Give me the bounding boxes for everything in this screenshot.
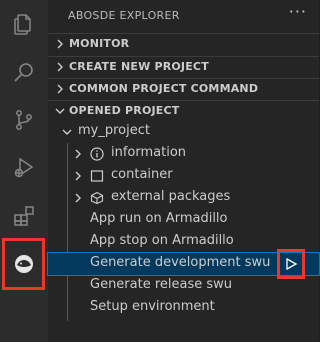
run-debug-icon[interactable] — [0, 144, 48, 192]
chevron-down-icon — [55, 108, 65, 114]
chevron-right-icon — [75, 171, 81, 181]
section-label: OPENED PROJECT — [69, 104, 180, 117]
section-opened-project[interactable]: OPENED PROJECT — [48, 100, 319, 122]
activity-bar — [0, 0, 48, 342]
sidebar: ABOSDE EXPLORER ··· MONITOR CREATE NEW P… — [47, 0, 320, 342]
section-create-new-project[interactable]: CREATE NEW PROJECT — [48, 56, 319, 78]
folder-label: external packages — [111, 189, 231, 204]
command-label: Generate development swu — [90, 255, 271, 270]
more-actions-button[interactable]: ··· — [289, 2, 307, 21]
chevron-right-icon — [75, 149, 81, 159]
tree-item-external-packages[interactable]: external packages — [48, 187, 319, 209]
folder-label: information — [111, 145, 187, 160]
section-label: CREATE NEW PROJECT — [69, 60, 209, 73]
sidebar-title: ABOSDE EXPLORER — [68, 9, 180, 22]
section-label: COMMON PROJECT COMMAND — [69, 82, 259, 95]
section-common-project-command[interactable]: COMMON PROJECT COMMAND — [48, 78, 319, 100]
chevron-right-icon — [57, 39, 63, 49]
chevron-right-icon — [57, 84, 63, 94]
command-setup-environment[interactable]: Setup environment — [48, 297, 319, 319]
command-app-run[interactable]: App run on Armadillo — [48, 209, 319, 231]
abosde-icon-highlight — [2, 238, 45, 290]
extensions-icon[interactable] — [0, 192, 48, 240]
command-label: App stop on Armadillo — [90, 233, 234, 248]
folder-label: container — [111, 167, 173, 182]
search-icon[interactable] — [0, 48, 48, 96]
command-label: App run on Armadillo — [90, 211, 228, 226]
tree-item-information[interactable]: information — [48, 143, 319, 165]
chevron-right-icon — [57, 62, 63, 72]
explorer-files-icon[interactable] — [0, 0, 48, 48]
tree-item-container[interactable]: container — [48, 165, 319, 187]
info-icon — [90, 147, 104, 161]
chevron-right-icon — [75, 193, 81, 203]
command-generate-development-swu[interactable]: Generate development swu — [47, 249, 320, 279]
command-label: Setup environment — [90, 299, 215, 314]
source-control-icon[interactable] — [0, 96, 48, 144]
section-label: MONITOR — [69, 37, 130, 50]
container-icon — [90, 170, 104, 182]
section-monitor[interactable]: MONITOR — [48, 33, 319, 55]
command-label: Generate release swu — [90, 277, 233, 292]
project-name: my_project — [78, 123, 150, 138]
sidebar-header: ABOSDE EXPLORER ··· — [48, 0, 319, 33]
command-generate-release-swu[interactable]: Generate release swu — [48, 275, 319, 297]
chevron-down-icon — [62, 129, 72, 135]
tree-item-project[interactable]: my_project — [48, 121, 319, 143]
package-icon — [90, 191, 104, 205]
